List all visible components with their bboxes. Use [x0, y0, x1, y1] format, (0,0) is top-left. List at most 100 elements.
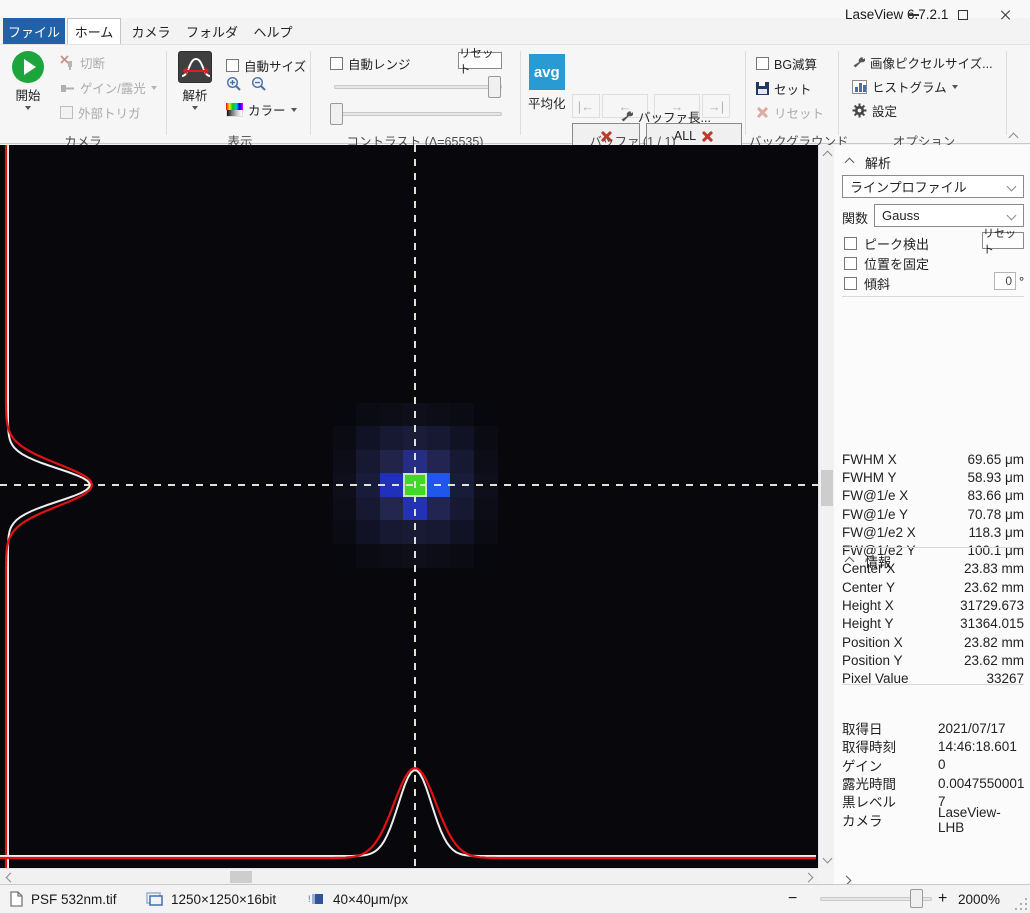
auto-size-label: 自動サイズ	[244, 60, 307, 74]
contrast-max-slider-track[interactable]	[334, 85, 502, 89]
gain-exposure-button: ゲイン/露光	[60, 78, 157, 97]
tilt-checkbox[interactable]: 傾斜	[844, 274, 890, 293]
scroll-left-button[interactable]	[2, 869, 18, 885]
measurement-row: Position Y 23.62 mm	[842, 651, 1024, 669]
zoom-slider-thumb[interactable]	[910, 889, 923, 908]
chevron-right-icon	[803, 872, 813, 882]
contrast-min-slider-track[interactable]	[334, 112, 502, 116]
measurement-row: Position X 23.82 mm	[842, 633, 1024, 651]
wrench-icon	[621, 111, 633, 122]
info-label: 取得日	[842, 722, 883, 738]
contrast-max-slider-thumb[interactable]	[488, 76, 501, 98]
zoom-in-button-status[interactable]: +	[938, 885, 947, 913]
average-button[interactable]: avg 平均化	[528, 54, 566, 112]
ribbon-group-contrast: 自動レンジ リセット コントラスト (Δ=65535)	[314, 45, 516, 149]
chevron-up-icon	[1008, 132, 1019, 143]
color-icon	[226, 102, 243, 117]
tab-help[interactable]: ヘルプ	[245, 18, 301, 44]
analysis-mode-dropdown[interactable]: ラインプロファイル	[842, 175, 1024, 198]
info-row: カメラ LaseView-LHB	[842, 805, 1024, 835]
gain-exposure-label: ゲイン/露光	[80, 82, 146, 96]
bg-subtract-checkbox[interactable]: BG減算	[756, 54, 817, 73]
ext-trigger-label: 外部トリガ	[78, 107, 141, 121]
tab-folder[interactable]: フォルダ	[181, 18, 243, 44]
beam-image-viewport[interactable]	[0, 145, 818, 868]
analyze-label: 解析	[182, 89, 208, 103]
peak-reset-button[interactable]: リセット	[982, 228, 1024, 256]
contrast-reset-button[interactable]: リセット	[458, 48, 502, 76]
measurement-row: FW@1/e Y 70.78 μm	[842, 505, 1024, 523]
zoom-out-button[interactable]	[251, 76, 267, 92]
color-button[interactable]: カラー	[226, 100, 297, 119]
wrench-icon	[853, 57, 865, 68]
bg-set-button[interactable]: セット	[756, 79, 812, 98]
info-title: 情報	[865, 555, 892, 570]
histogram-label: ヒストグラム	[872, 81, 947, 95]
horizontal-scrollbar-thumb[interactable]	[230, 871, 252, 883]
analysis-mode-value: ラインプロファイル	[850, 180, 967, 195]
chevron-left-icon	[5, 872, 15, 882]
histogram-button[interactable]: ヒストグラム	[852, 77, 958, 96]
measurement-value: 100.1 μm	[967, 543, 1024, 559]
measurement-row: FW@1/e2 X 118.3 μm	[842, 523, 1024, 541]
ribbon-collapse-button[interactable]	[1008, 129, 1019, 144]
fix-position-checkbox[interactable]: 位置を固定	[844, 254, 929, 273]
scroll-right-button[interactable]	[800, 869, 816, 885]
ext-trigger-checkbox: 外部トリガ	[60, 103, 141, 122]
analyze-button[interactable]: 解析	[178, 51, 212, 110]
scroll-up-button[interactable]	[819, 147, 835, 163]
vertical-scrollbar-thumb[interactable]	[821, 470, 833, 506]
dimensions-item: 1250×1250×16bit	[146, 885, 276, 913]
image-size-icon	[146, 892, 163, 906]
close-button[interactable]	[990, 4, 1020, 26]
auto-size-checkbox[interactable]: 自動サイズ	[226, 56, 306, 75]
auto-range-checkbox[interactable]: 自動レンジ	[330, 54, 411, 73]
contrast-min-slider-thumb[interactable]	[330, 103, 343, 125]
start-button[interactable]: 開始	[12, 51, 44, 110]
collapse-icon	[844, 556, 855, 567]
measurement-value: 69.65 μm	[967, 451, 1024, 467]
chevron-down-icon	[1006, 210, 1017, 221]
chevron-down-icon	[822, 853, 832, 863]
zoom-out-button-status[interactable]: −	[788, 885, 797, 913]
zoom-in-button[interactable]	[226, 76, 242, 92]
info-section-header[interactable]: 情報	[844, 552, 892, 571]
tab-file[interactable]: ファイル	[3, 18, 65, 44]
tab-home[interactable]: ホーム	[67, 18, 121, 44]
play-icon	[12, 51, 44, 83]
fix-position-label: 位置を固定	[864, 257, 930, 272]
minimize-button[interactable]	[898, 4, 928, 26]
peak-detect-checkbox[interactable]: ピーク検出	[844, 234, 929, 253]
chevron-down-icon	[192, 106, 198, 110]
peak-detect-label: ピーク検出	[864, 237, 930, 252]
info-label: 取得時刻	[842, 740, 896, 756]
function-label: 関数	[842, 211, 869, 226]
disconnect-label: 切断	[80, 57, 106, 71]
disconnect-button: 切断	[60, 53, 105, 72]
measurement-label: Height Y	[842, 616, 894, 632]
scroll-down-button[interactable]	[819, 850, 835, 866]
chevron-up-icon	[822, 150, 832, 160]
measurement-label: Center Y	[842, 579, 896, 595]
image-pixel-size-button[interactable]: 画像ピクセルサイズ...	[852, 53, 993, 72]
tilt-input[interactable]: 0	[994, 272, 1016, 290]
info-value: 0.0047550001	[938, 775, 1025, 791]
tab-camera[interactable]: カメラ	[123, 18, 179, 44]
analysis-section-header[interactable]: 解析	[844, 153, 891, 172]
vertical-scrollbar[interactable]	[818, 145, 834, 868]
horizontal-scrollbar[interactable]	[0, 868, 818, 884]
chevron-down-icon	[1006, 181, 1017, 192]
maximize-button[interactable]	[948, 4, 978, 26]
maximize-icon	[958, 10, 968, 20]
gain-exposure-icon	[61, 84, 74, 92]
info-label: 黒レベル	[842, 795, 896, 811]
zoom-level: 2000%	[958, 891, 1001, 907]
settings-button[interactable]: 設定	[852, 101, 897, 120]
resize-grip[interactable]	[1013, 896, 1027, 910]
measurement-value: 23.62 mm	[963, 652, 1024, 668]
measurement-label: Position X	[842, 634, 903, 650]
buffer-length-button[interactable]: バッファ長...	[620, 107, 711, 126]
measurement-label: Position Y	[842, 652, 903, 668]
bg-set-label: セット	[774, 83, 812, 97]
average-label: 平均化	[528, 97, 566, 111]
